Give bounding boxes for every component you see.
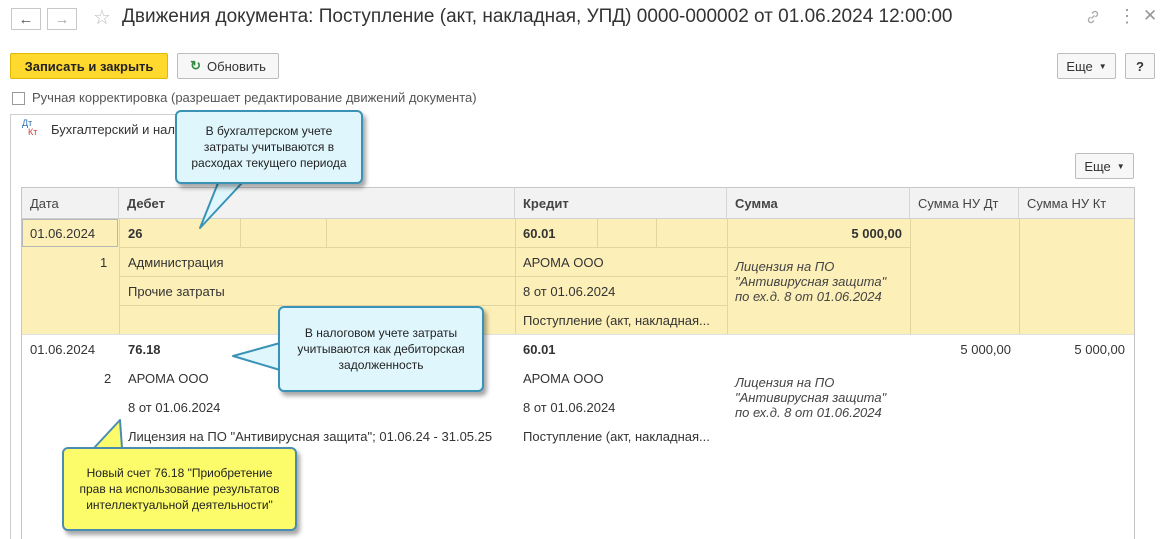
debit-subconto-1: Администрация (128, 255, 224, 270)
star-icon[interactable]: ☆ (93, 5, 111, 30)
debit-account: 26 (128, 226, 143, 241)
column-header-debit[interactable]: Дебет (119, 188, 515, 218)
content-line-2: "Антивирусная защита" (735, 390, 887, 405)
debit-subconto-3: Лицензия на ПО "Антивирусная защита"; 01… (128, 429, 493, 444)
callout-new-account: Новый счет 76.18 "Приобретение прав на и… (62, 447, 297, 531)
row-number: 1 (100, 255, 108, 270)
forward-button[interactable]: → (47, 8, 77, 30)
column-header-sum[interactable]: Сумма (727, 188, 910, 218)
chevron-down-icon: ▼ (1116, 161, 1125, 171)
chevron-down-icon: ▼ (1098, 61, 1107, 71)
content-line-1: Лицензия на ПО (735, 259, 835, 274)
content-line-3: по ех.д. 8 от 01.06.2024 (735, 289, 882, 304)
nu-kt-cell: 5 000,00 (1074, 342, 1125, 357)
more-vertical-icon[interactable]: ⋮ (1118, 6, 1136, 27)
grid-more-button[interactable]: Еще ▼ (1075, 153, 1134, 179)
manual-correction-label: Ручная корректировка (разрешает редактир… (32, 90, 477, 105)
grid-more-label: Еще (1084, 158, 1111, 174)
nu-dt-cell: 5 000,00 (960, 342, 1011, 357)
arrow-right-icon: → (54, 10, 70, 28)
refresh-button[interactable]: ↻ Обновить (177, 53, 279, 79)
credit-subconto-3: Поступление (акт, накладная... (523, 313, 710, 328)
debit-subconto-1: АРОМА ООО (128, 371, 209, 386)
column-header-date[interactable]: Дата (22, 188, 119, 218)
table-row[interactable]: 01.06.2024 1 26 Администрация Прочие зат… (22, 219, 1134, 334)
credit-account: 60.01 (523, 342, 556, 357)
credit-subconto-3: Поступление (акт, накладная... (523, 429, 710, 444)
column-header-nu-dt[interactable]: Сумма НУ Дт (910, 188, 1019, 218)
column-header-nu-kt[interactable]: Сумма НУ Кт (1019, 188, 1134, 218)
callout-tax: В налоговом учете затраты учитываются ка… (278, 306, 484, 392)
more-label: Еще (1066, 58, 1093, 74)
column-header-credit[interactable]: Кредит (515, 188, 727, 218)
date-cell: 01.06.2024 (30, 342, 96, 357)
tab-accounting[interactable]: Дт Кт Бухгалтерский и нал (10, 114, 187, 145)
refresh-label: Обновить (207, 58, 266, 74)
credit-subconto-2: 8 от 01.06.2024 (523, 400, 616, 415)
debit-account: 76.18 (128, 342, 161, 357)
date-cell: 01.06.2024 (30, 226, 96, 241)
debit-subconto-2: 8 от 01.06.2024 (128, 400, 221, 415)
page-title: Движения документа: Поступление (акт, на… (122, 6, 953, 27)
tab-panel-border (10, 144, 11, 539)
debit-subconto-2: Прочие затраты (128, 284, 225, 299)
content-line-2: "Антивирусная защита" (735, 274, 887, 289)
row-number: 2 (104, 371, 112, 386)
refresh-icon: ↻ (190, 58, 202, 73)
credit-subconto-1: АРОМА ООО (523, 255, 604, 270)
sum-cell: 5 000,00 (851, 226, 902, 241)
content-line-3: по ех.д. 8 от 01.06.2024 (735, 405, 882, 420)
link-icon[interactable] (1085, 9, 1101, 25)
callout-accounting: В бухгалтерском учете затраты учитываютс… (175, 110, 363, 184)
table-row[interactable]: 01.06.2024 2 76.18 АРОМА ООО 8 от 01.06.… (22, 335, 1134, 450)
more-button[interactable]: Еще ▼ (1057, 53, 1116, 79)
arrow-left-icon: ← (18, 10, 34, 28)
save-and-close-button[interactable]: Записать и закрыть (10, 53, 168, 79)
content-line-1: Лицензия на ПО (735, 375, 835, 390)
back-button[interactable]: ← (11, 8, 41, 30)
help-button[interactable]: ? (1125, 53, 1155, 79)
credit-account: 60.01 (523, 226, 556, 241)
manual-correction-checkbox[interactable] (12, 92, 25, 105)
tab-label: Бухгалтерский и нал (51, 122, 175, 137)
credit-subconto-2: 8 от 01.06.2024 (523, 284, 616, 299)
credit-subconto-1: АРОМА ООО (523, 371, 604, 386)
dt-kt-icon: Дт Кт (22, 118, 38, 137)
close-icon[interactable]: ✕ (1143, 6, 1157, 26)
